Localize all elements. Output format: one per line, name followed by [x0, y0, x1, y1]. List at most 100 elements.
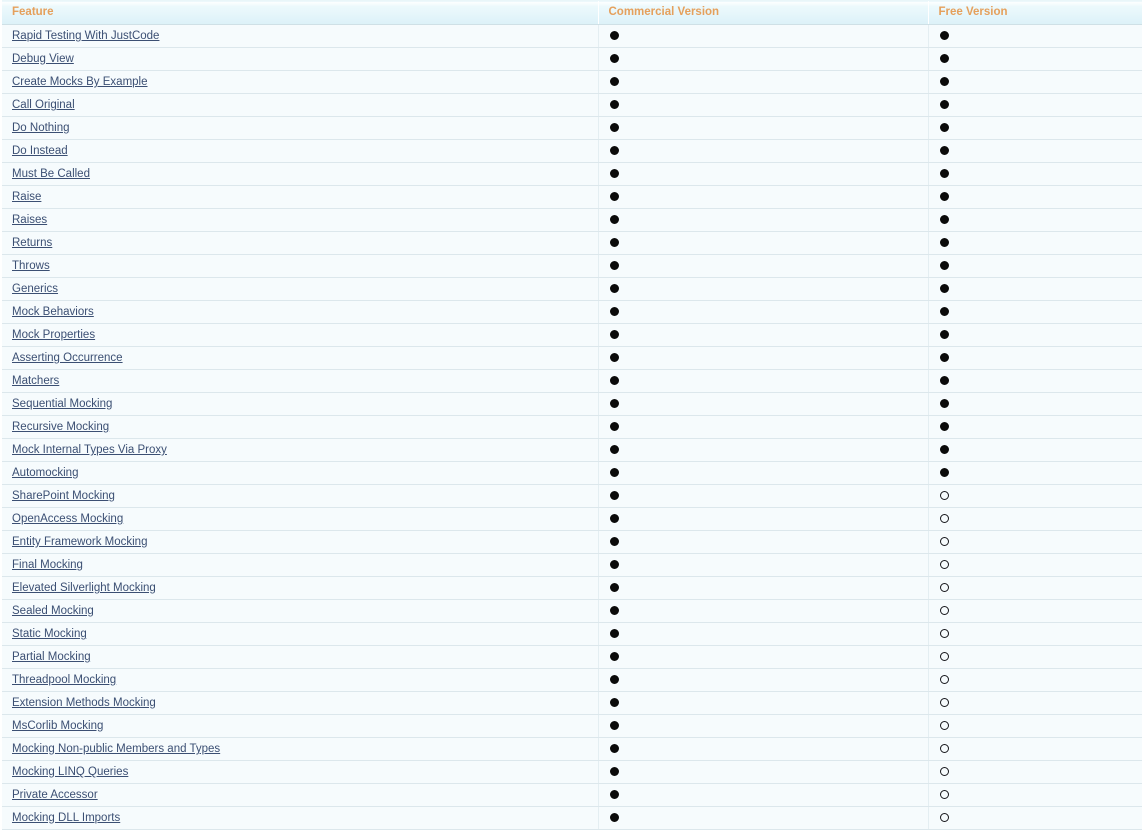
feature-cell: Recursive Mocking [2, 415, 598, 439]
feature-link[interactable]: Automocking [12, 467, 78, 479]
supported-filled-circle-icon [939, 99, 949, 109]
feature-link[interactable]: Mocking Non-public Members and Types [12, 743, 220, 755]
feature-link[interactable]: Elevated Silverlight Mocking [12, 582, 156, 594]
supported-filled-circle-icon [609, 674, 619, 684]
supported-filled-circle-icon [609, 398, 619, 408]
free-version-cell [927, 254, 1142, 278]
commercial-version-cell [597, 300, 928, 324]
feature-link[interactable]: Must Be Called [12, 168, 90, 180]
supported-filled-circle-icon [609, 743, 619, 753]
unsupported-hollow-circle-icon [939, 605, 949, 615]
unsupported-hollow-circle-icon [939, 766, 949, 776]
feature-link[interactable]: SharePoint Mocking [12, 490, 115, 502]
supported-filled-circle-icon [939, 237, 949, 247]
table-row: Entity Framework Mocking [2, 530, 1142, 554]
table-row: Automocking [2, 461, 1142, 485]
feature-link[interactable]: Do Instead [12, 145, 68, 157]
supported-filled-circle-icon [939, 306, 949, 316]
free-version-cell [927, 760, 1142, 784]
feature-link[interactable]: Entity Framework Mocking [12, 536, 147, 548]
table-row: SharePoint Mocking [2, 484, 1142, 508]
table-row: Do Instead [2, 139, 1142, 163]
feature-link[interactable]: Raises [12, 214, 47, 226]
free-version-cell [927, 622, 1142, 646]
feature-link[interactable]: Rapid Testing With JustCode [12, 30, 159, 42]
commercial-version-cell [597, 47, 928, 71]
supported-filled-circle-icon [609, 145, 619, 155]
feature-link[interactable]: Mocking LINQ Queries [12, 766, 128, 778]
supported-filled-circle-icon [939, 122, 949, 132]
free-version-cell [927, 116, 1142, 140]
table-row: MsCorlib Mocking [2, 714, 1142, 738]
supported-filled-circle-icon [609, 766, 619, 776]
commercial-version-cell [597, 116, 928, 140]
feature-link[interactable]: Call Original [12, 99, 75, 111]
feature-link[interactable]: Returns [12, 237, 52, 249]
feature-cell: Mocking Non-public Members and Types [2, 737, 598, 761]
feature-link[interactable]: Mocking DLL Imports [12, 812, 120, 824]
commercial-version-cell [597, 530, 928, 554]
supported-filled-circle-icon [609, 214, 619, 224]
table-row: Returns [2, 231, 1142, 255]
feature-cell: Raise [2, 185, 598, 209]
supported-filled-circle-icon [609, 789, 619, 799]
commercial-version-cell [597, 392, 928, 416]
free-version-cell [927, 553, 1142, 577]
feature-cell: Generics [2, 277, 598, 301]
supported-filled-circle-icon [939, 444, 949, 454]
unsupported-hollow-circle-icon [939, 582, 949, 592]
feature-link[interactable]: Create Mocks By Example [12, 76, 148, 88]
feature-link[interactable]: Private Accessor [12, 789, 98, 801]
feature-link[interactable]: Matchers [12, 375, 59, 387]
feature-link[interactable]: Do Nothing [12, 122, 70, 134]
feature-link[interactable]: MsCorlib Mocking [12, 720, 103, 732]
feature-link[interactable]: Throws [12, 260, 50, 272]
feature-link[interactable]: Debug View [12, 53, 74, 65]
feature-link[interactable]: Recursive Mocking [12, 421, 109, 433]
supported-filled-circle-icon [609, 237, 619, 247]
feature-link[interactable]: Final Mocking [12, 559, 83, 571]
feature-link[interactable]: Mock Internal Types Via Proxy [12, 444, 167, 456]
feature-link[interactable]: Static Mocking [12, 628, 87, 640]
feature-link[interactable]: Threadpool Mocking [12, 674, 116, 686]
supported-filled-circle-icon [939, 352, 949, 362]
unsupported-hollow-circle-icon [939, 513, 949, 523]
supported-filled-circle-icon [939, 53, 949, 63]
feature-cell: Rapid Testing With JustCode [2, 24, 598, 48]
commercial-version-cell [597, 162, 928, 186]
feature-link[interactable]: Mock Properties [12, 329, 95, 341]
feature-cell: Asserting Occurrence [2, 346, 598, 370]
supported-filled-circle-icon [609, 812, 619, 822]
feature-link[interactable]: Raise [12, 191, 41, 203]
free-version-cell [927, 369, 1142, 393]
feature-link[interactable]: Sealed Mocking [12, 605, 94, 617]
feature-link[interactable]: Generics [12, 283, 58, 295]
feature-link[interactable]: Mock Behaviors [12, 306, 94, 318]
free-version-cell [927, 668, 1142, 692]
free-version-cell [927, 530, 1142, 554]
commercial-version-cell [597, 24, 928, 48]
supported-filled-circle-icon [609, 513, 619, 523]
unsupported-hollow-circle-icon [939, 490, 949, 500]
commercial-version-cell [597, 668, 928, 692]
commercial-version-cell [597, 760, 928, 784]
feature-link[interactable]: Sequential Mocking [12, 398, 112, 410]
feature-cell: Create Mocks By Example [2, 70, 598, 94]
feature-link[interactable]: Asserting Occurrence [12, 352, 123, 364]
commercial-version-cell [597, 737, 928, 761]
unsupported-hollow-circle-icon [939, 651, 949, 661]
supported-filled-circle-icon [609, 30, 619, 40]
table-body: Rapid Testing With JustCode Debug View Cre… [2, 24, 1142, 830]
feature-link[interactable]: OpenAccess Mocking [12, 513, 123, 525]
table-row: Asserting Occurrence [2, 346, 1142, 370]
feature-link[interactable]: Partial Mocking [12, 651, 91, 663]
feature-cell: Partial Mocking [2, 645, 598, 669]
feature-link[interactable]: Extension Methods Mocking [12, 697, 156, 709]
feature-cell: Threadpool Mocking [2, 668, 598, 692]
free-version-cell [927, 599, 1142, 623]
unsupported-hollow-circle-icon [939, 559, 949, 569]
table-row: Final Mocking [2, 553, 1142, 577]
table-row: Partial Mocking [2, 645, 1142, 669]
table-row: Raise [2, 185, 1142, 209]
feature-cell: Final Mocking [2, 553, 598, 577]
